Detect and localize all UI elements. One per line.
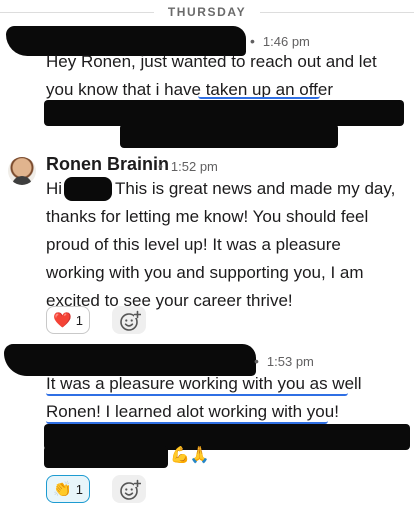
redacted-mention [64,177,112,201]
day-divider-label: THURSDAY [154,3,260,21]
add-emoji-icon [119,310,141,331]
redacted-text [44,100,404,126]
avatar[interactable] [8,157,36,185]
trailing-emojis: 💪🙏 [170,447,210,464]
message-text-line: This is great news and made my day, [115,179,396,198]
add-reaction-button[interactable] [112,306,146,334]
clapping-hands-icon: 👏 [53,481,72,498]
message-text-line: proud of this level up! It was a pleasur… [46,235,341,254]
separator-dot: • [254,353,259,369]
reaction-clap[interactable]: 👏 1 [46,475,90,503]
message-meta: • 1:53 pm [254,351,314,371]
message-timestamp[interactable]: 1:52 pm [171,159,218,174]
message-text-line: thanks for letting me know! You should f… [46,207,369,226]
redacted-text [44,446,168,468]
redacted-text [120,124,338,148]
message-timestamp[interactable]: 1:53 pm [267,354,314,369]
message-text-line: Hey Ronen, just wanted to reach out and … [46,52,377,71]
separator-dot: • [250,33,255,49]
reaction-count: 1 [75,312,83,328]
message-timestamp[interactable]: 1:46 pm [263,34,310,49]
message-text-line: working with you and supporting you, I a… [46,263,364,282]
reaction-heart[interactable]: ❤️ 1 [46,306,90,334]
spellcheck-underline [198,93,320,99]
message-meta: • 1:52 pm [158,156,218,176]
separator-dot: • [158,158,163,174]
red-heart-icon: ❤️ [53,312,72,329]
reaction-count: 1 [75,481,83,497]
add-reaction-button[interactable] [112,475,146,503]
spellcheck-underline [46,390,348,396]
add-emoji-icon [119,479,141,500]
message-greeting: Hi [46,179,63,198]
author-name[interactable]: Ronen Brainin [46,154,169,175]
